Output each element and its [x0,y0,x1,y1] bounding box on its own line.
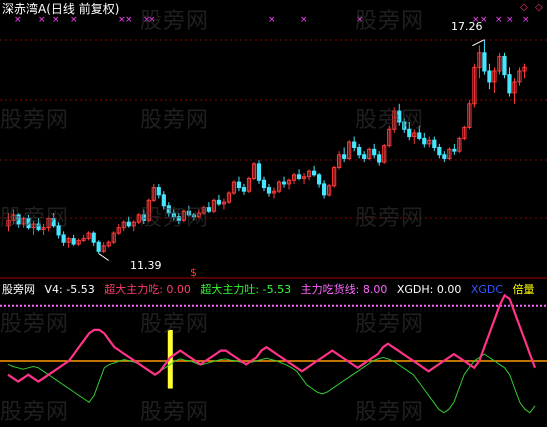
candle-body [296,174,302,179]
candle-body [352,141,357,149]
x-marker-icon: × [52,15,60,25]
candle-body [216,199,222,205]
watermark: 股旁网 [0,108,70,133]
watermark: 股旁网 [0,312,70,337]
candle-body [261,179,267,189]
watermark: 股旁网 [140,400,210,425]
candle-body [442,154,447,159]
indicator-item-label: XGDC [470,283,504,296]
watermark: 股旁网 [355,400,425,425]
chart-canvas: × × × × × × ×× × × × × × × × ×◇ ◇$ [0,2,547,414]
candle-body [322,183,327,196]
diamond-icon: ◇ [535,2,543,13]
candle-body [126,221,131,227]
candle-body [156,187,161,196]
candle-body [311,170,317,176]
v4-label: V4: [44,283,63,296]
x-marker-icon: × [70,15,78,25]
x-marker-icon: × [522,15,530,25]
candle-body [266,187,272,194]
candle-body [61,234,66,243]
candle-body [432,139,437,148]
watermark: 股旁网 [140,206,210,231]
candle-body [91,232,96,243]
candle-body [482,52,487,72]
indicator-item-value: 8.00 [362,283,388,296]
x-marker-icon: × [506,15,514,25]
x-marker-icon: × [268,15,276,25]
watermark: 股旁网 [140,108,210,133]
indicator-item-label: 超大主力吃: [104,283,163,296]
candle-body [281,181,287,185]
chart-window: × × × × × × × × × × × × × × × × ◇ ◇ $ 深赤湾A(日线 前复权) 17.26 1… [0,0,547,425]
candle-body [256,163,262,181]
x-marker-icon: × [495,15,503,25]
candle-body [317,174,322,185]
candle-body [357,147,362,156]
candle-body [377,154,382,163]
x-marker-icon: × [14,15,22,25]
watermark: 股旁网 [355,9,425,34]
candle-body [241,187,247,192]
indicator-bar: 股旁网 V4: -5.53 超大主力吃: 0.00 超大主力吐: -5.53 主… [2,283,535,297]
pink-series-line [7,293,537,383]
up-arrow-icon [472,39,485,47]
candle-body [422,137,427,145]
watermark: 股旁网 [355,312,425,337]
candle-body [437,147,442,156]
indicator-item-label: XGDH: [396,283,434,296]
indicator-item-label: 倍量 [512,283,535,296]
watermark: 股旁网 [140,312,210,337]
green-series-line [7,353,536,414]
watermark: 股旁网 [355,206,425,231]
indicator-item-value: 0.00 [166,283,191,296]
x-marker-icon: × [38,15,46,25]
indicator-source: 股旁网 [2,283,35,296]
candle-body [362,154,367,159]
indicator-item-label: 超大主力吐: [200,283,260,296]
candle-body [507,74,512,94]
indicator-item-label: 主力吃货线: [300,283,360,296]
candle-body [342,154,347,159]
candle-body [452,148,457,152]
watermark: 股旁网 [355,108,425,133]
indicator-item-value: 0.00 [436,283,462,296]
price-high-label: 17.26 [451,20,483,33]
price-low-label: 11.39 [130,259,162,272]
x-marker-icon: × [300,15,308,25]
watermark: 股旁网 [0,206,70,231]
watermark: 股旁网 [0,400,70,425]
candle-body [502,55,507,76]
dollar-icon: $ [190,266,197,279]
down-arrow-icon [98,253,109,261]
candle-body [236,181,242,189]
indicator-item-value: -5.53 [262,283,292,296]
x-marker-icon: × [125,15,133,25]
v4-value: -5.53 [66,283,95,296]
candle-body [372,148,377,156]
diamond-icon: ◇ [520,2,528,13]
candle-body [71,238,76,245]
chart-title: 深赤湾A(日线 前复权) [2,2,120,16]
candle-body [96,241,101,252]
candle-body [487,70,492,83]
watermark: 股旁网 [140,9,210,34]
